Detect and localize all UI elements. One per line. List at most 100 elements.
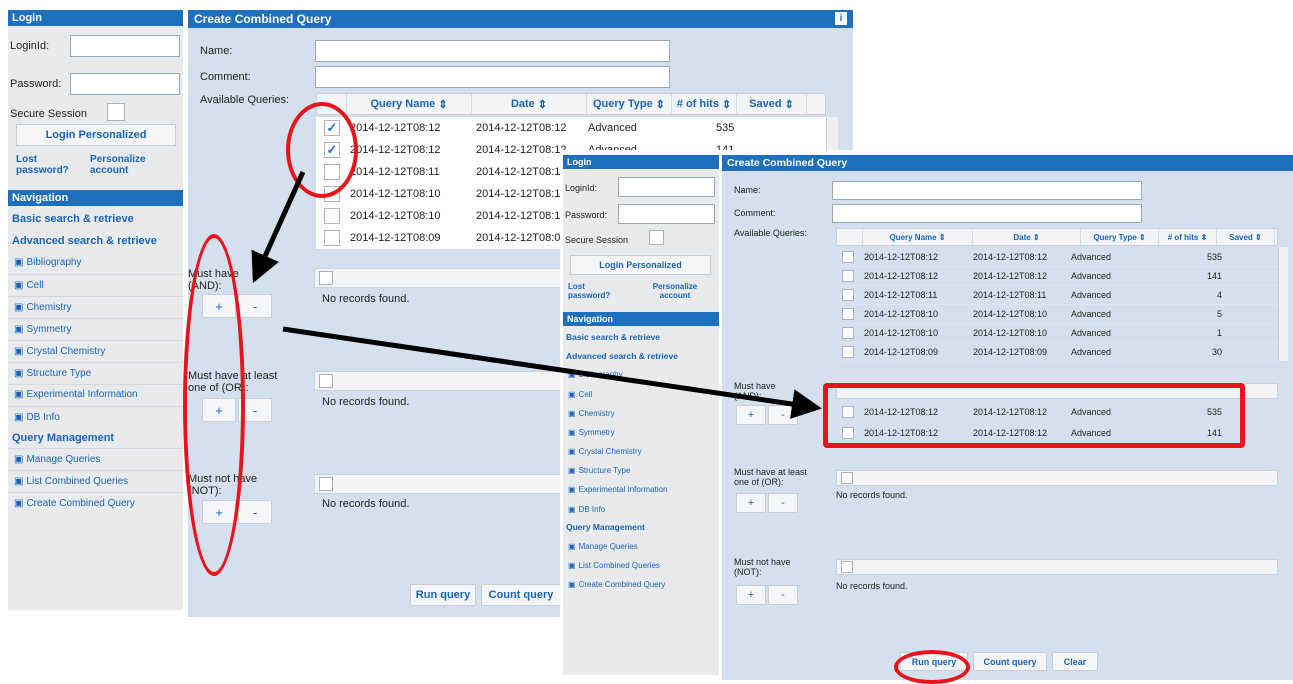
nav-symmetry[interactable]: ▣ Symmetry bbox=[568, 428, 615, 437]
table-row[interactable]: 2014-12-12T08:09 2014-12-12T08:09 bbox=[316, 227, 566, 249]
nav-create-combined-query[interactable]: ▣ Create Combined Query bbox=[568, 580, 665, 589]
cell-query-name: 2014-12-12T08:09 bbox=[864, 347, 939, 357]
table-row[interactable]: 2014-12-12T08:10 2014-12-12T08:10 bbox=[316, 183, 566, 205]
row-checkbox[interactable] bbox=[842, 289, 854, 301]
cell-query-type: Advanced bbox=[1071, 252, 1112, 262]
nav-query-management[interactable]: Query Management bbox=[566, 522, 645, 532]
must-have-add-button[interactable]: + bbox=[736, 405, 766, 425]
column-saved[interactable]: Saved ⇕ bbox=[737, 94, 807, 114]
nav-chemistry[interactable]: ▣ Chemistry bbox=[568, 409, 615, 418]
nav-list-combined-queries[interactable]: ▣ List Combined Queries bbox=[14, 476, 128, 487]
row-checkbox[interactable] bbox=[324, 208, 340, 224]
count-query-button[interactable]: Count query bbox=[481, 584, 561, 606]
nav-structure-type[interactable]: ▣ Structure Type bbox=[568, 466, 630, 475]
lost-password-link[interactable]: Lost password? bbox=[16, 154, 69, 176]
must-have-or-select-all[interactable] bbox=[319, 374, 333, 388]
nav-bibliography[interactable]: ▣ Bibliography bbox=[14, 257, 82, 268]
column-query-type[interactable]: Query Type ⇕ bbox=[1081, 229, 1159, 245]
login-personalized-button[interactable]: Login Personalized bbox=[570, 255, 711, 275]
column-query-type[interactable]: Query Type ⇕ bbox=[587, 94, 672, 114]
column-date[interactable]: Date ⇕ bbox=[472, 94, 587, 114]
document-icon: ▣ bbox=[14, 257, 24, 268]
sort-icon: ⇕ bbox=[1138, 232, 1146, 242]
nav-bibliography[interactable]: ▣ Bibliography bbox=[568, 370, 623, 379]
document-icon: ▣ bbox=[14, 280, 24, 291]
nav-structure-type[interactable]: ▣ Structure Type bbox=[14, 368, 91, 379]
nav-cell[interactable]: ▣ Cell bbox=[14, 280, 44, 291]
comment-input[interactable] bbox=[315, 66, 670, 88]
lost-password-link[interactable]: Lost password? bbox=[568, 282, 618, 300]
name-input[interactable] bbox=[832, 181, 1142, 200]
nav-chemistry-label: Chemistry bbox=[26, 302, 72, 313]
must-not-remove-button[interactable]: - bbox=[768, 585, 798, 605]
column-hits[interactable]: # of hits ⇕ bbox=[1159, 229, 1217, 245]
run-query-button[interactable]: Run query bbox=[410, 584, 476, 606]
select-all-column[interactable] bbox=[837, 229, 863, 245]
nav-list-combined-queries[interactable]: ▣ List Combined Queries bbox=[568, 561, 660, 570]
table-row[interactable]: 2014-12-12T08:10 2014-12-12T08:10 bbox=[316, 205, 566, 227]
login-id-input[interactable] bbox=[618, 177, 715, 197]
secure-session-checkbox[interactable] bbox=[107, 103, 125, 121]
info-icon[interactable]: i bbox=[835, 12, 847, 25]
name-label: Name: bbox=[734, 185, 761, 195]
must-not-add-button[interactable]: + bbox=[736, 585, 766, 605]
table-row[interactable]: ✓ 2014-12-12T08:12 2014-12-12T08:12 Adva… bbox=[316, 117, 826, 139]
nav-advanced-search[interactable]: Advanced search & retrieve bbox=[12, 235, 157, 247]
nav-symmetry[interactable]: ▣ Symmetry bbox=[14, 324, 71, 335]
column-saved[interactable]: Saved ⇕ bbox=[1217, 229, 1275, 245]
comment-input[interactable] bbox=[832, 204, 1142, 223]
nav-experimental-information[interactable]: ▣ Experimental Information bbox=[568, 485, 668, 494]
must-have-or-add-button[interactable]: + bbox=[736, 493, 766, 513]
nav-cell[interactable]: ▣ Cell bbox=[568, 390, 592, 399]
nav-crystal-chemistry[interactable]: ▣ Crystal Chemistry bbox=[568, 447, 642, 456]
row-checkbox[interactable] bbox=[324, 230, 340, 246]
nav-crystal-chemistry[interactable]: ▣ Crystal Chemistry bbox=[14, 346, 105, 357]
table-row[interactable]: 2014-12-12T08:10 2014-12-12T08:10 Advanced… bbox=[836, 305, 1278, 324]
nav-manage-queries[interactable]: ▣ Manage Queries bbox=[14, 454, 100, 465]
table-row[interactable]: 2014-12-12T08:10 2014-12-12T08:10 Advanced… bbox=[836, 324, 1278, 343]
clear-button[interactable]: Clear bbox=[1052, 652, 1098, 671]
table-row[interactable]: 2014-12-12T08:11 2014-12-12T08:11 Advanced… bbox=[836, 286, 1278, 305]
must-have-select-all[interactable] bbox=[319, 271, 333, 285]
row-checkbox[interactable] bbox=[842, 327, 854, 339]
nav-manage-queries[interactable]: ▣ Manage Queries bbox=[568, 542, 638, 551]
must-have-remove-button[interactable]: - bbox=[238, 294, 272, 318]
table-row[interactable]: 2014-12-12T08:12 2014-12-12T08:12 Advanced… bbox=[836, 267, 1278, 286]
password-input[interactable] bbox=[70, 73, 180, 95]
row-checkbox[interactable] bbox=[842, 270, 854, 282]
column-date[interactable]: Date ⇕ bbox=[973, 229, 1081, 245]
table-row[interactable]: 2014-12-12T08:12 2014-12-12T08:12 Advanced… bbox=[836, 248, 1278, 267]
nav-experimental-information[interactable]: ▣ Experimental Information bbox=[14, 389, 138, 400]
must-not-select-all[interactable] bbox=[319, 477, 333, 491]
nav-basic-search[interactable]: Basic search & retrieve bbox=[566, 332, 660, 342]
personalize-account-link[interactable]: Personalize account bbox=[90, 154, 160, 176]
row-checkbox[interactable] bbox=[842, 346, 854, 358]
password-input[interactable] bbox=[618, 204, 715, 224]
must-have-or-remove-button[interactable]: - bbox=[768, 493, 798, 513]
table-row[interactable]: 2014-12-12T08:09 2014-12-12T08:09 Advanced… bbox=[836, 343, 1278, 362]
nav-advanced-search[interactable]: Advanced search & retrieve bbox=[566, 351, 678, 361]
count-query-button[interactable]: Count query bbox=[973, 652, 1047, 671]
must-have-or-select-all[interactable] bbox=[841, 472, 853, 484]
secure-session-checkbox[interactable] bbox=[649, 230, 664, 245]
column-query-name[interactable]: Query Name ⇕ bbox=[863, 229, 973, 245]
row-checkbox[interactable] bbox=[842, 251, 854, 263]
table-scrollbar[interactable] bbox=[1278, 247, 1288, 361]
nav-create-combined-query[interactable]: ▣ Create Combined Query bbox=[14, 498, 135, 509]
login-id-input[interactable] bbox=[70, 35, 180, 57]
must-not-select-all[interactable] bbox=[841, 561, 853, 573]
must-have-remove-button[interactable]: - bbox=[768, 405, 798, 425]
nav-basic-search[interactable]: Basic search & retrieve bbox=[12, 213, 134, 225]
nav-db-info[interactable]: ▣ DB Info bbox=[14, 412, 60, 423]
nav-db-info[interactable]: ▣ DB Info bbox=[568, 505, 605, 514]
nav-chemistry[interactable]: ▣ Chemistry bbox=[14, 302, 71, 313]
must-not-remove-button[interactable]: - bbox=[238, 500, 272, 524]
row-checkbox[interactable] bbox=[842, 308, 854, 320]
login-personalized-button[interactable]: Login Personalized bbox=[16, 124, 176, 146]
column-query-name[interactable]: Query Name ⇕ bbox=[347, 94, 472, 114]
column-saved-label: Saved bbox=[1229, 232, 1253, 242]
column-hits[interactable]: # of hits ⇕ bbox=[672, 94, 737, 114]
nav-query-management[interactable]: Query Management bbox=[12, 432, 114, 444]
personalize-account-link[interactable]: Personalize account bbox=[645, 282, 705, 300]
name-input[interactable] bbox=[315, 40, 670, 62]
